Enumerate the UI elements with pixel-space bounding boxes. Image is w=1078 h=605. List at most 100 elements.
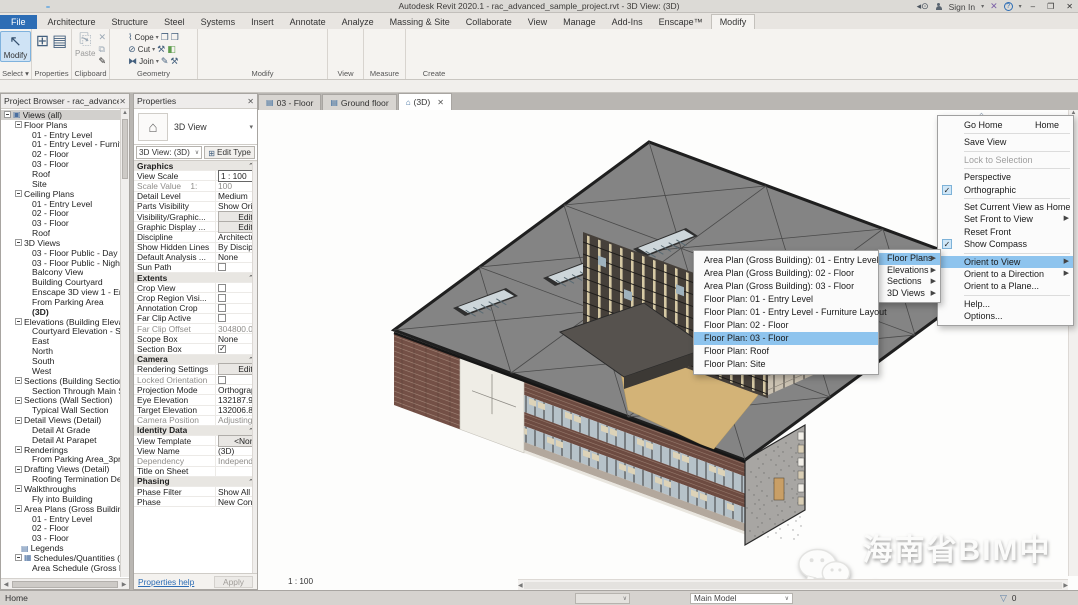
menu-item-set-front-to-view[interactable]: ✓ Set Front to View ▶ [938, 213, 1073, 225]
tree-item[interactable]: Sections (Building Section) [1, 376, 129, 386]
menu-item-orthographic[interactable]: ✓ Orthographic ▶ [938, 184, 1073, 196]
property-row[interactable]: View Template <None> ⌃ [134, 436, 257, 446]
properties-panel-label[interactable]: Properties [32, 69, 71, 78]
create-assembly-icon[interactable] [425, 31, 442, 43]
linework-icon[interactable] [331, 43, 344, 55]
view-panel-label[interactable]: View [328, 69, 363, 78]
property-row[interactable]: Detail Level Medium ⌃ [134, 192, 257, 202]
tree-item[interactable]: ▣ Views (all) [1, 110, 129, 120]
help-icon[interactable]: ? [1004, 2, 1013, 11]
scale-button[interactable]: 1 : 100 [284, 576, 317, 587]
sign-in-caret-icon[interactable]: ▾ [981, 3, 984, 10]
property-row[interactable]: Default Analysis ... None ⌃ [134, 253, 257, 263]
view-tab[interactable]: ▤ Ground floor [322, 94, 396, 110]
ribbon-tab[interactable]: Architecture [40, 15, 104, 29]
type-selector[interactable]: ⌂ 3D View ▾ [134, 109, 257, 145]
property-row[interactable]: Scale Value 1: 100 ⌃ [134, 181, 257, 191]
property-row[interactable]: Far Clip Active ⌃ [134, 314, 257, 324]
property-checkbox[interactable] [218, 263, 226, 271]
properties-palette-icon[interactable]: ⊞ [36, 31, 49, 51]
exchange-apps-icon[interactable]: ✕ [990, 1, 998, 12]
tree-item[interactable]: 02 - Floor [1, 149, 129, 159]
linework-tool-icon[interactable]: ✎ [161, 56, 169, 67]
tree-item[interactable]: Enscape 3D view 1 - End of C [1, 287, 129, 297]
property-row[interactable]: View Scale 1 : 100 ⌃ [134, 171, 257, 181]
property-row[interactable]: Phase Filter Show All ⌃ [134, 487, 257, 497]
ribbon-tab[interactable]: Insert [243, 15, 282, 29]
project-browser-vscrollbar[interactable]: ▲ [120, 109, 129, 577]
menu-item-save-view[interactable]: ✓ Save View ▶ [938, 136, 1073, 148]
tree-expander-icon[interactable] [15, 505, 22, 512]
geometry-panel-label[interactable]: Geometry [110, 69, 197, 78]
ribbon-tab[interactable]: Analyze [334, 15, 382, 29]
tree-item[interactable]: 01 - Entry Level [1, 514, 129, 524]
create-panel-label[interactable]: Create [406, 69, 462, 78]
tree-item[interactable]: 03 - Floor Public - Day Rend [1, 248, 129, 258]
property-row[interactable]: Dependency Independent ⌃ [134, 456, 257, 466]
ribbon-tab[interactable]: Modify [711, 14, 756, 29]
split-icon[interactable] [255, 31, 268, 43]
tree-item[interactable]: 01 - Entry Level [1, 130, 129, 140]
tree-item[interactable]: Floor Plans [1, 120, 129, 130]
ribbon-tab[interactable]: Add-Ins [604, 15, 651, 29]
wall-icon[interactable]: ❒ [171, 32, 179, 43]
tree-item[interactable]: Sections (Wall Section) [1, 395, 129, 405]
project-browser-close-icon[interactable]: ✕ [119, 97, 126, 106]
measure-between-icon[interactable] [368, 31, 381, 43]
tree-item[interactable]: 01 - Entry Level [1, 199, 129, 209]
menu-item-show-compass[interactable]: ✓ Show Compass ▶ [938, 238, 1073, 250]
properties-close-icon[interactable]: ✕ [247, 97, 254, 106]
property-row[interactable]: Crop View ⌃ [134, 283, 257, 293]
ribbon-tab[interactable]: File [0, 15, 37, 29]
3d-view-canvas[interactable]: 海南省BIM中心 ⌂ 1 : 100 ▲ ◀▶ [258, 110, 1078, 590]
properties-help-link[interactable]: Properties help [138, 577, 194, 587]
property-row[interactable]: Locked Orientation ⌃ [134, 375, 257, 385]
paste-button[interactable]: ⎘ Paste [75, 31, 95, 58]
ribbon-tab[interactable]: Enscape™ [651, 15, 711, 29]
tree-item[interactable]: Detail At Parapet [1, 435, 129, 445]
property-row[interactable]: Annotation Crop ⌃ [134, 304, 257, 314]
clipboard-panel-label[interactable]: Clipboard [72, 69, 109, 78]
copy-clipboard-icon[interactable]: ⧉ [98, 44, 106, 55]
property-checkbox[interactable] [218, 314, 226, 322]
tree-item[interactable]: From Parking Area [1, 297, 129, 307]
menu-item-orient-to-a-plane[interactable]: ✓ Orient to a Plane... ▶ [938, 280, 1073, 292]
property-row[interactable]: Target Elevation 132006.8 ⌃ [134, 406, 257, 416]
ribbon-tab[interactable]: Annotate [282, 15, 334, 29]
view-tab[interactable]: ⌂ (3D) ✕ [398, 93, 452, 110]
help-caret-icon[interactable]: ▾ [1019, 3, 1022, 10]
property-row[interactable]: Eye Elevation 132187.9 ⌃ [134, 395, 257, 405]
tree-item[interactable]: Detail Views (Detail) [1, 415, 129, 425]
menu-item-perspective[interactable]: ✓ Perspective ▶ [938, 171, 1073, 183]
apply-button[interactable]: Apply [214, 576, 253, 588]
tree-expander-icon[interactable] [15, 466, 22, 473]
view-tab-close-icon[interactable]: ✕ [437, 98, 444, 107]
tree-item[interactable]: South [1, 356, 129, 366]
submenu-view-item[interactable]: Floor Plan: 01 - Entry Level [694, 293, 878, 306]
ribbon-tab[interactable]: Systems [193, 15, 244, 29]
tree-item[interactable]: West [1, 366, 129, 376]
menu-item-help[interactable]: ✓ Help... ▶ [938, 298, 1073, 310]
submenu-view-item[interactable]: Area Plan (Gross Building): 02 - Floor [694, 267, 878, 280]
tree-item[interactable]: Elevations (Building Elevation) [1, 317, 129, 327]
select-panel-label[interactable]: Select ▾ [0, 69, 31, 78]
tree-item[interactable]: 02 - Floor [1, 208, 129, 218]
ribbon-tab[interactable]: Massing & Site [382, 15, 458, 29]
property-checkbox[interactable] [218, 304, 226, 312]
demolish-icon[interactable]: ⚒ [157, 44, 165, 55]
property-row[interactable]: Discipline Architectural ⌃ [134, 232, 257, 242]
property-row[interactable]: Camera Position Adjusting ⌃ [134, 416, 257, 426]
active-workset-dropdown[interactable]: ∨ [575, 593, 630, 604]
close-button[interactable]: ✕ [1063, 2, 1076, 11]
property-checkbox[interactable] [218, 376, 226, 384]
submenu-view-item[interactable]: Floor Plan: 03 - Floor [694, 332, 878, 345]
match-type-icon[interactable]: ✎ [98, 56, 106, 67]
tree-item[interactable]: 03 - Floor [1, 218, 129, 228]
submenu-elevations[interactable]: Elevations ▶ [879, 265, 940, 277]
submenu-sections[interactable]: Sections ▶ [879, 276, 940, 288]
property-row[interactable]: Sun Path ⌃ [134, 263, 257, 273]
tree-item[interactable]: Walkthroughs [1, 484, 129, 494]
tree-item[interactable]: Ceiling Plans [1, 189, 129, 199]
scale-icon[interactable] [216, 43, 229, 55]
tree-item[interactable]: Area Schedule (Gross Building) [1, 563, 129, 573]
